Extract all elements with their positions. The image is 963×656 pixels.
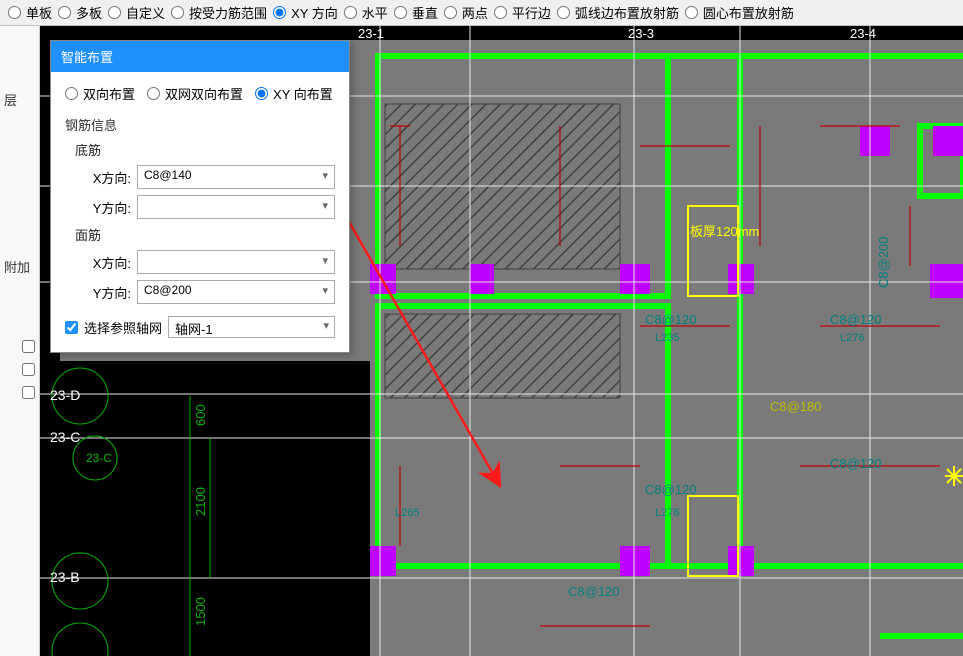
row-label-23b: 23-B — [50, 569, 80, 585]
opt-horizontal-label: 水平 — [362, 3, 388, 22]
circle-label-23c: 23-C — [86, 451, 112, 465]
opt-parallel-edge[interactable]: 平行边 — [494, 3, 551, 22]
opt-multi-board-label: 多板 — [76, 3, 102, 22]
annot-c8-6: C8@200 — [876, 236, 891, 288]
grid-ref-checkbox[interactable] — [65, 321, 78, 334]
annot-c8-7: C8@120 — [568, 584, 620, 599]
opt-two-points[interactable]: 两点 — [444, 3, 488, 22]
opt-arc-radial[interactable]: 弧线边布置放射筋 — [557, 3, 679, 22]
bottom-x-combo[interactable]: C8@140 — [137, 165, 335, 189]
sub-top: 面筋 — [75, 225, 335, 244]
bottom-x-label: X方向: — [83, 168, 131, 187]
small-l1: L235 — [655, 332, 679, 344]
sub-bottom: 底筋 — [75, 140, 335, 159]
placement-mode-toolbar: 单板 多板 自定义 按受力筋范围 XY 方向 水平 垂直 两点 平行边 弧线边布… — [0, 0, 963, 26]
side-label-extra: 附加 — [0, 253, 39, 280]
top-y-combo[interactable]: C8@200 — [137, 280, 335, 304]
bottom-y-combo[interactable] — [137, 195, 335, 219]
opt-parallel-edge-label: 平行边 — [512, 3, 551, 22]
row-label-23d: 23-D — [50, 387, 80, 403]
annot-c8-3: C8@180 — [770, 399, 822, 414]
annot-thickness: 板厚120mm — [690, 224, 759, 239]
dialog-mode-row: 双向布置 双网双向布置 XY 向布置 — [65, 84, 335, 103]
grid-ref-combo[interactable]: 轴网-1 — [168, 316, 335, 338]
dim-600: 600 — [193, 404, 208, 426]
annot-c8-4: C8@120 — [645, 482, 697, 497]
mode-bidir-label: 双向布置 — [83, 84, 135, 103]
side-label-layer: 层 — [0, 86, 39, 113]
opt-vertical-label: 垂直 — [412, 3, 438, 22]
annot-c8-2: C8@120 — [830, 312, 882, 327]
dialog-title[interactable]: 智能布置 — [51, 41, 349, 72]
side-check-1[interactable] — [18, 340, 39, 353]
opt-center-radial-label: 圆心布置放射筋 — [703, 3, 794, 22]
opt-xy-direction-label: XY 方向 — [291, 3, 338, 22]
side-check-3[interactable] — [18, 386, 39, 399]
grid-label-23-1: 23-1 — [358, 26, 384, 41]
opt-by-rebar-range-label: 按受力筋范围 — [189, 3, 267, 22]
top-y-label: Y方向: — [83, 283, 131, 302]
opt-xy-direction[interactable]: XY 方向 — [273, 3, 338, 22]
opt-arc-radial-label: 弧线边布置放射筋 — [575, 3, 679, 22]
bottom-y-label: Y方向: — [83, 198, 131, 217]
section-rebar-info: 钢筋信息 — [65, 115, 335, 134]
opt-horizontal[interactable]: 水平 — [344, 3, 388, 22]
grid-ref-label: 选择参照轴网 — [84, 318, 162, 337]
side-check-2[interactable] — [18, 363, 39, 376]
top-x-label: X方向: — [83, 253, 131, 272]
annot-c8-5: C8@120 — [830, 456, 882, 471]
opt-by-rebar-range[interactable]: 按受力筋范围 — [171, 3, 267, 22]
dim-1500: 1500 — [193, 597, 208, 626]
drawing-canvas[interactable]: 23-1 23-3 23-4 板厚120mm C8@120 C8@120 C8@… — [40, 26, 963, 656]
annot-c8-1: C8@120 — [645, 312, 697, 327]
dim-2100: 2100 — [193, 487, 208, 516]
small-l2: L276 — [840, 332, 864, 344]
opt-single-board-label: 单板 — [26, 3, 52, 22]
row-label-23c: 23-C — [50, 429, 80, 445]
small-l3: L265 — [395, 507, 419, 519]
side-panel: 层 附加 — [0, 26, 40, 656]
side-checkboxes — [18, 340, 39, 399]
opt-two-points-label: 两点 — [462, 3, 488, 22]
smart-place-dialog: 智能布置 双向布置 双网双向布置 XY 向布置 钢筋信息 底筋 X方向: C8@… — [50, 40, 350, 353]
mode-dualnet-label: 双网双向布置 — [165, 84, 243, 103]
top-x-combo[interactable] — [137, 250, 335, 274]
mode-bidir[interactable]: 双向布置 — [65, 84, 135, 103]
opt-multi-board[interactable]: 多板 — [58, 3, 102, 22]
mode-dualnet[interactable]: 双网双向布置 — [147, 84, 243, 103]
grid-label-23-3: 23-3 — [628, 26, 654, 41]
grid-label-23-4: 23-4 — [850, 26, 876, 41]
opt-vertical[interactable]: 垂直 — [394, 3, 438, 22]
small-l4: L276 — [655, 507, 679, 519]
opt-single-board[interactable]: 单板 — [8, 3, 52, 22]
opt-center-radial[interactable]: 圆心布置放射筋 — [685, 3, 794, 22]
mode-xy[interactable]: XY 向布置 — [255, 84, 333, 103]
opt-custom[interactable]: 自定义 — [108, 3, 165, 22]
opt-custom-label: 自定义 — [126, 3, 165, 22]
mode-xy-label: XY 向布置 — [273, 84, 333, 103]
